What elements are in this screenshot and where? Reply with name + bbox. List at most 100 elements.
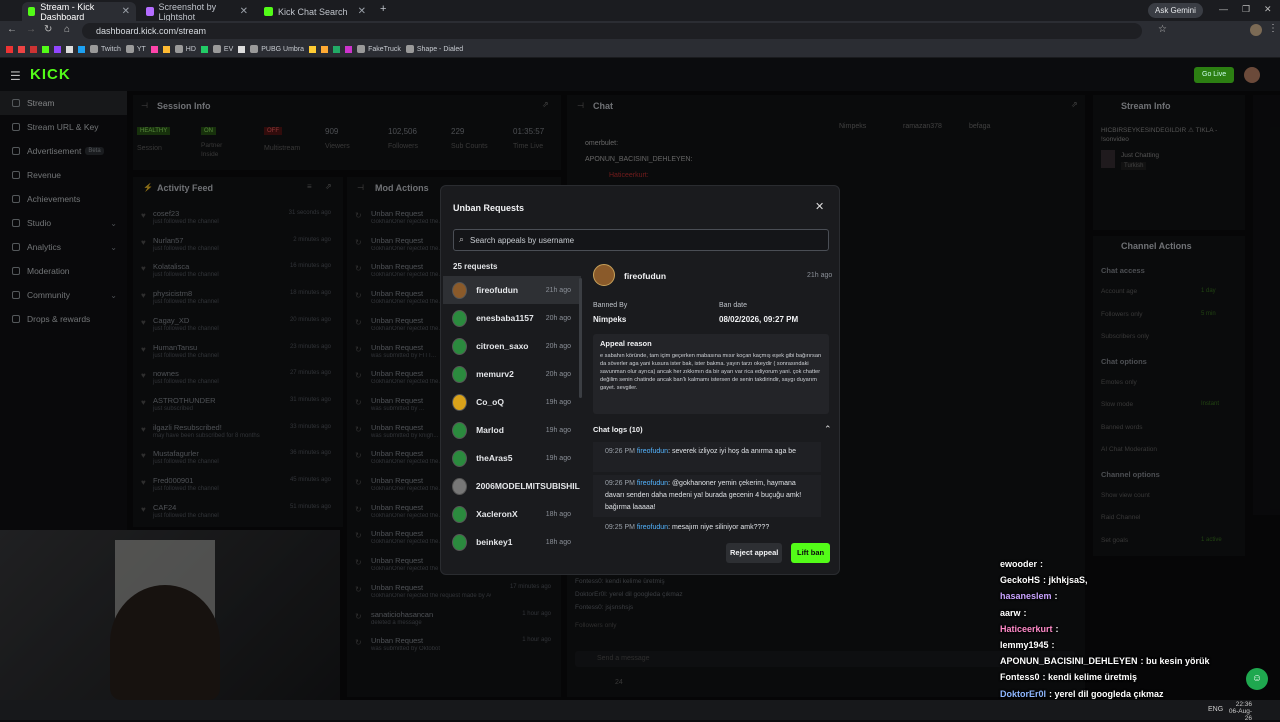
overlay-chat-msg: : kendi kelime üretmiş: [1042, 672, 1138, 683]
menu-icon[interactable]: ⋮: [1268, 23, 1278, 34]
tab-kick-dashboard[interactable]: Stream - Kick Dashboard ✕: [22, 2, 136, 22]
request-row-2006modelmitsubishil[interactable]: 2006MODELMITSUBISHIL: [443, 472, 581, 500]
bookmark-icon[interactable]: [54, 45, 61, 53]
lift-ban-button[interactable]: Lift ban: [791, 543, 831, 563]
kick-logo[interactable]: KICK: [30, 66, 71, 83]
bookmark-icon[interactable]: [200, 45, 208, 53]
close-icon[interactable]: ✕: [240, 6, 248, 17]
taskbar-clock[interactable]: 22:36 06-Aug-26: [1228, 701, 1252, 722]
chevron-up-icon[interactable]: ⌃: [824, 424, 832, 435]
overlay-chat-msg: :: [1051, 640, 1055, 650]
request-row-marlod[interactable]: Marlod 19h ago: [443, 416, 581, 444]
request-username: theAras5: [476, 453, 513, 463]
bookmark-icon[interactable]: [78, 45, 85, 53]
overlay-chat-user: aarw: [1000, 607, 1021, 618]
overlay-chat-user: APONUN_BACISINI_DEHLEYEN: [1000, 656, 1138, 667]
bookmark-icon[interactable]: [345, 45, 353, 53]
bookmark-yt[interactable]: YT: [125, 45, 146, 53]
overlay-chat-msg: :: [1040, 559, 1044, 569]
request-username: Co_oQ: [476, 397, 504, 407]
close-window-icon[interactable]: ✕: [1264, 4, 1272, 15]
kick-top-bar: ☰ KICK Go Live: [0, 58, 1280, 91]
bookmark-shape-dialed[interactable]: Shape - Dialed: [405, 45, 463, 53]
detail-avatar: [593, 264, 615, 286]
request-time: 19h ago: [545, 426, 571, 434]
hamburger-menu-icon[interactable]: ☰: [10, 69, 21, 83]
overlay-chat-user: Haticeerkurt: [1000, 623, 1053, 634]
taskbar-language[interactable]: ENG: [1208, 706, 1223, 713]
bookmark-icon[interactable]: [309, 45, 317, 53]
bookmark-icon[interactable]: [30, 45, 37, 53]
overlay-chat-user: lemmy1945: [1000, 640, 1049, 650]
close-icon[interactable]: ✕: [122, 6, 130, 17]
back-icon[interactable]: ←: [7, 24, 17, 35]
request-row-memurv2[interactable]: memurv2 20h ago: [443, 360, 581, 388]
bookmark-pubg[interactable]: PUBG Umbra: [250, 45, 304, 53]
overlay-chat-line: ewooder:: [1000, 559, 1043, 569]
bookmark-icon[interactable]: [42, 45, 49, 53]
maximize-icon[interactable]: ❐: [1242, 4, 1250, 15]
request-time: 19h ago: [545, 398, 571, 406]
overlay-chat-line: DoktorEr0l: yerel dil googleda çıkmaz: [1000, 689, 1164, 699]
detail-username: fireofudun: [624, 271, 667, 281]
go-live-button[interactable]: Go Live: [1194, 67, 1235, 83]
overlay-chat-msg: :: [1023, 607, 1027, 618]
request-time: 20h ago: [545, 370, 571, 378]
bookmark-icon[interactable]: [333, 45, 341, 53]
bookmark-star-icon[interactable]: ☆: [1158, 24, 1167, 35]
bookmark-icon[interactable]: [321, 45, 329, 53]
ask-gemini-button[interactable]: Ask Gemini: [1148, 3, 1203, 18]
overlay-chat-line: aarw:: [1000, 608, 1027, 618]
new-tab-button[interactable]: +: [380, 3, 386, 15]
avatar: [452, 337, 468, 355]
request-row-beinkey1[interactable]: beinkey1 18h ago: [443, 528, 581, 556]
ban-date-value: 08/02/2026, 09:27 PM: [719, 315, 799, 324]
forward-icon[interactable]: →: [26, 24, 36, 35]
tab-lightshot[interactable]: Screenshot by Lightshot ✕: [140, 2, 254, 22]
request-list-scrollbar[interactable]: [579, 278, 582, 398]
request-username: beinkey1: [476, 537, 513, 547]
close-icon[interactable]: ✕: [815, 200, 824, 213]
request-row-thearas5[interactable]: theAras5 19h ago: [443, 444, 581, 472]
request-username: fireofudun: [476, 285, 519, 295]
bookmark-icon[interactable]: [238, 45, 246, 53]
minimize-icon[interactable]: —: [1219, 4, 1228, 14]
profile-avatar[interactable]: [1250, 24, 1262, 36]
banned-by-label: Banned By: [593, 302, 628, 309]
bookmark-icon[interactable]: [162, 45, 170, 53]
home-icon[interactable]: ⌂: [64, 24, 70, 35]
request-time: 18h ago: [545, 538, 571, 546]
bookmark-hd[interactable]: HD: [174, 45, 196, 53]
request-row-co_oq[interactable]: Co_oQ 19h ago: [443, 388, 581, 416]
reload-icon[interactable]: ↻: [44, 24, 52, 35]
support-chat-icon[interactable]: ☺: [1246, 668, 1268, 690]
avatar: [452, 365, 468, 383]
user-avatar[interactable]: [1244, 67, 1260, 83]
bookmark-faketruck[interactable]: FakeTruck: [357, 45, 401, 53]
overlay-chat-line: GeckoHS: jkhkjsaS,: [1000, 575, 1088, 585]
bookmark-icon[interactable]: [66, 45, 73, 53]
appeal-reason-box: Appeal reason e sabahın köründe, tam içi…: [593, 334, 829, 414]
overlay-chat-msg: :: [1055, 623, 1059, 634]
close-icon[interactable]: ✕: [358, 6, 366, 17]
bookmark-icon[interactable]: [6, 45, 13, 53]
tab-kick-chat-search[interactable]: Kick Chat Search ✕: [258, 2, 372, 21]
overlay-chat-user: GeckoHS: [1000, 575, 1041, 586]
search-appeals-input[interactable]: ⌕ Search appeals by username: [453, 229, 829, 251]
kick-favicon-icon: [28, 7, 36, 16]
avatar: [452, 477, 467, 495]
chat-log-entry-3: 09:25 PM fireofudun: mesajım niye silini…: [605, 524, 770, 531]
url-input[interactable]: dashboard.kick.com/stream: [82, 23, 1142, 39]
request-row-fireofudun[interactable]: fireofudun 21h ago: [443, 276, 581, 304]
reject-appeal-button[interactable]: Reject appeal: [726, 543, 783, 563]
bookmark-icon[interactable]: [150, 45, 158, 53]
bookmark-twitch[interactable]: Twitch: [90, 45, 121, 53]
banned-by-value: Nimpeks: [593, 315, 627, 324]
bookmark-ev[interactable]: EV: [212, 45, 233, 53]
request-row-enesbaba1157[interactable]: enesbaba1157 20h ago: [443, 304, 581, 332]
request-row-citroen_saxo[interactable]: citroen_saxo 20h ago: [443, 332, 581, 360]
bookmark-icon[interactable]: [18, 45, 25, 53]
request-row-xacleronx[interactable]: XacleronX 18h ago: [443, 500, 581, 528]
bookmarks-bar: Twitch YT HD EV PUBG Umbra FakeTruck Sha…: [0, 41, 1280, 58]
request-username: 2006MODELMITSUBISHIL: [475, 481, 580, 491]
